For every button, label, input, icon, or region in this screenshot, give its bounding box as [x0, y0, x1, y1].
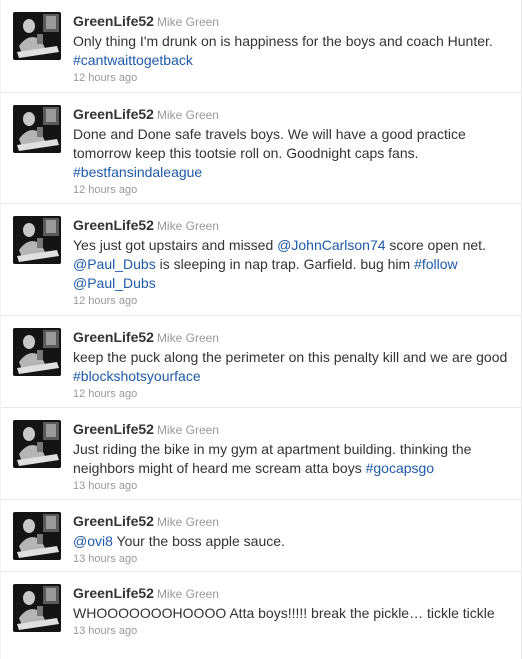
full-name: Mike Green	[156, 331, 219, 345]
mention-link[interactable]: @Paul_Dubs	[73, 256, 156, 272]
tweet-content: GreenLife52 Mike Green WHOOOOOOOHOOOO Att…	[73, 584, 513, 638]
tweet-item[interactable]: GreenLife52 Mike Green @ovi8 Your the bos…	[1, 500, 522, 572]
tweet-content: GreenLife52 Mike Green Done and Done safe…	[73, 105, 513, 197]
tweet-text: WHOOOOOOOHOOOO Atta boys!!!!! break the …	[73, 604, 513, 623]
hashtag-link[interactable]: #follow	[414, 256, 458, 272]
tweet-text-segment: is sleeping in nap trap. Garfield. bug h…	[155, 256, 415, 272]
tweet-text-segment: Done and Done safe travels boys. We will…	[73, 126, 466, 161]
hashtag-link[interactable]: #gocapsgo	[366, 460, 435, 476]
tweet-text-segment: Yes just got upstairs and missed	[73, 237, 278, 253]
full-name: Mike Green	[156, 108, 219, 122]
tweet-text-segment: WHOOOOOOOHOOOO Atta boys!!!!! break the …	[73, 605, 495, 621]
tweet-item[interactable]: GreenLife52 Mike Green keep the puck alon…	[1, 316, 522, 408]
tweet-header: GreenLife52 Mike Green	[73, 512, 513, 531]
timestamp-link[interactable]: 12 hours ago	[73, 294, 513, 308]
screen-name-link[interactable]: GreenLife52	[73, 585, 154, 601]
tweet-text: Just riding the bike in my gym at apartm…	[73, 440, 513, 478]
tweet-item[interactable]: GreenLife52 Mike Green Just riding the bi…	[1, 408, 522, 500]
tweet-item[interactable]: GreenLife52 Mike Green Done and Done safe…	[1, 93, 522, 204]
profile-photo-icon[interactable]	[13, 512, 61, 560]
timestamp-link[interactable]: 12 hours ago	[73, 387, 513, 401]
profile-photo-icon[interactable]	[13, 12, 61, 60]
tweet-timeline: GreenLife52 Mike Green Only thing I'm dru…	[0, 0, 522, 659]
screen-name-link[interactable]: GreenLife52	[73, 13, 154, 29]
full-name: Mike Green	[156, 515, 219, 529]
tweet-content: GreenLife52 Mike Green Yes just got upsta…	[73, 216, 513, 308]
tweet-header: GreenLife52 Mike Green	[73, 420, 513, 439]
tweet-text-segment: Your the boss apple sauce.	[112, 533, 285, 549]
mention-link[interactable]: @Paul_Dubs	[73, 275, 156, 291]
full-name: Mike Green	[156, 15, 219, 29]
tweet-content: GreenLife52 Mike Green Just riding the bi…	[73, 420, 513, 493]
timestamp-link[interactable]: 12 hours ago	[73, 71, 513, 85]
screen-name-link[interactable]: GreenLife52	[73, 421, 154, 437]
timestamp-link[interactable]: 13 hours ago	[73, 624, 513, 638]
hashtag-link[interactable]: #blockshotsyourface	[73, 368, 201, 384]
hashtag-link[interactable]: #bestfansindaleague	[73, 164, 202, 180]
profile-photo-icon[interactable]	[13, 420, 61, 468]
tweet-text-segment: score open net.	[385, 237, 486, 253]
profile-photo-icon[interactable]	[13, 584, 61, 632]
tweet-header: GreenLife52 Mike Green	[73, 12, 513, 31]
hashtag-link[interactable]: #cantwaittogetback	[73, 52, 193, 68]
tweet-content: GreenLife52 Mike Green Only thing I'm dru…	[73, 12, 513, 85]
full-name: Mike Green	[156, 423, 219, 437]
timestamp-link[interactable]: 12 hours ago	[73, 183, 513, 197]
tweet-content: GreenLife52 Mike Green keep the puck alon…	[73, 328, 513, 401]
screen-name-link[interactable]: GreenLife52	[73, 513, 154, 529]
tweet-text-segment: keep the puck along the perimeter on thi…	[73, 349, 508, 365]
tweet-text: Only thing I'm drunk on is happiness for…	[73, 32, 513, 70]
tweet-header: GreenLife52 Mike Green	[73, 584, 513, 603]
tweet-text: @ovi8 Your the boss apple sauce.	[73, 532, 513, 551]
tweet-text: Yes just got upstairs and missed @JohnCa…	[73, 236, 513, 293]
profile-photo-icon[interactable]	[13, 216, 61, 264]
timestamp-link[interactable]: 13 hours ago	[73, 479, 513, 493]
tweet-item[interactable]: GreenLife52 Mike Green WHOOOOOOOHOOOO Att…	[1, 572, 522, 659]
tweet-text-segment: Only thing I'm drunk on is happiness for…	[73, 33, 493, 49]
tweet-header: GreenLife52 Mike Green	[73, 328, 513, 347]
full-name: Mike Green	[156, 587, 219, 601]
tweet-text: Done and Done safe travels boys. We will…	[73, 125, 513, 182]
full-name: Mike Green	[156, 219, 219, 233]
tweet-item[interactable]: GreenLife52 Mike Green Only thing I'm dru…	[1, 0, 522, 93]
tweet-content: GreenLife52 Mike Green @ovi8 Your the bos…	[73, 512, 513, 566]
mention-link[interactable]: @JohnCarlson74	[277, 237, 385, 253]
tweet-item[interactable]: GreenLife52 Mike Green Yes just got upsta…	[1, 204, 522, 316]
screen-name-link[interactable]: GreenLife52	[73, 217, 154, 233]
screen-name-link[interactable]: GreenLife52	[73, 329, 154, 345]
tweet-text: keep the puck along the perimeter on thi…	[73, 348, 513, 386]
profile-photo-icon[interactable]	[13, 105, 61, 153]
screen-name-link[interactable]: GreenLife52	[73, 106, 154, 122]
mention-link[interactable]: @ovi8	[73, 533, 113, 549]
timestamp-link[interactable]: 13 hours ago	[73, 552, 513, 566]
tweet-header: GreenLife52 Mike Green	[73, 105, 513, 124]
profile-photo-icon[interactable]	[13, 328, 61, 376]
tweet-header: GreenLife52 Mike Green	[73, 216, 513, 235]
